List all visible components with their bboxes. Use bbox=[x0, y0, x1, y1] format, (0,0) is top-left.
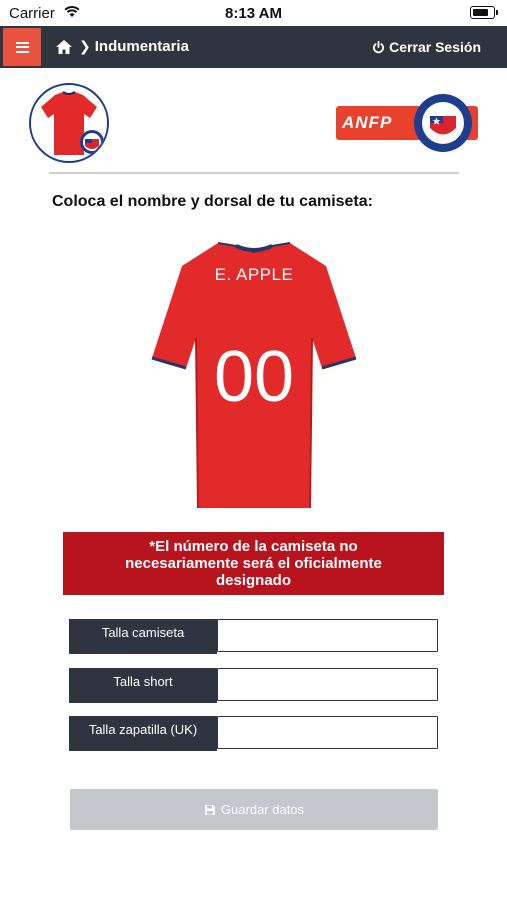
section-heading: Coloca el nombre y dorsal de tu camiseta… bbox=[52, 193, 373, 210]
menu-button[interactable] bbox=[3, 28, 41, 66]
number-notice-banner: *El número de la camiseta no necesariame… bbox=[63, 532, 444, 595]
breadcrumb: ❯ Indumentaria bbox=[55, 38, 189, 55]
home-icon[interactable] bbox=[55, 39, 73, 55]
logout-button[interactable]: Cerrar Sesión bbox=[372, 39, 481, 55]
chevron-right-icon: ❯ bbox=[79, 38, 91, 54]
jersey-number-text: 00 bbox=[213, 337, 295, 417]
status-bar: Carrier 8:13 AM bbox=[0, 0, 507, 26]
notice-text: *El número de la camiseta no necesariame… bbox=[125, 538, 382, 589]
federation-badge-icon bbox=[80, 130, 104, 154]
save-button-label: Guardar datos bbox=[220, 802, 305, 817]
logout-label: Cerrar Sesión bbox=[389, 39, 481, 55]
short-size-field: Talla short bbox=[69, 668, 439, 703]
shirt-size-field: Talla camiseta bbox=[69, 619, 439, 654]
shoe-size-input[interactable] bbox=[217, 716, 438, 749]
shoe-size-field: Talla zapatilla (UK) bbox=[69, 716, 439, 751]
save-button[interactable]: Guardar datos bbox=[70, 789, 438, 830]
hamburger-icon bbox=[15, 41, 29, 53]
floppy-disk-icon bbox=[204, 804, 215, 815]
power-icon bbox=[373, 40, 385, 53]
anfp-logo: ANFP bbox=[336, 92, 478, 152]
clock: 8:13 AM bbox=[225, 5, 282, 22]
short-size-label: Talla short bbox=[69, 668, 217, 703]
shirt-size-input[interactable] bbox=[217, 619, 438, 652]
divider bbox=[49, 172, 459, 174]
page-title: Indumentaria bbox=[94, 38, 189, 55]
shoe-size-label: Talla zapatilla (UK) bbox=[69, 716, 217, 751]
jersey-name-text: E. APPLE bbox=[214, 265, 294, 284]
battery-icon bbox=[470, 6, 498, 19]
shirt-size-label: Talla camiseta bbox=[69, 619, 217, 654]
team-jersey-logo bbox=[29, 83, 109, 163]
anfp-logo-text: ANFP bbox=[342, 113, 393, 132]
short-size-input[interactable] bbox=[217, 668, 438, 701]
top-navbar: ❯ Indumentaria Cerrar Sesión bbox=[0, 26, 507, 68]
